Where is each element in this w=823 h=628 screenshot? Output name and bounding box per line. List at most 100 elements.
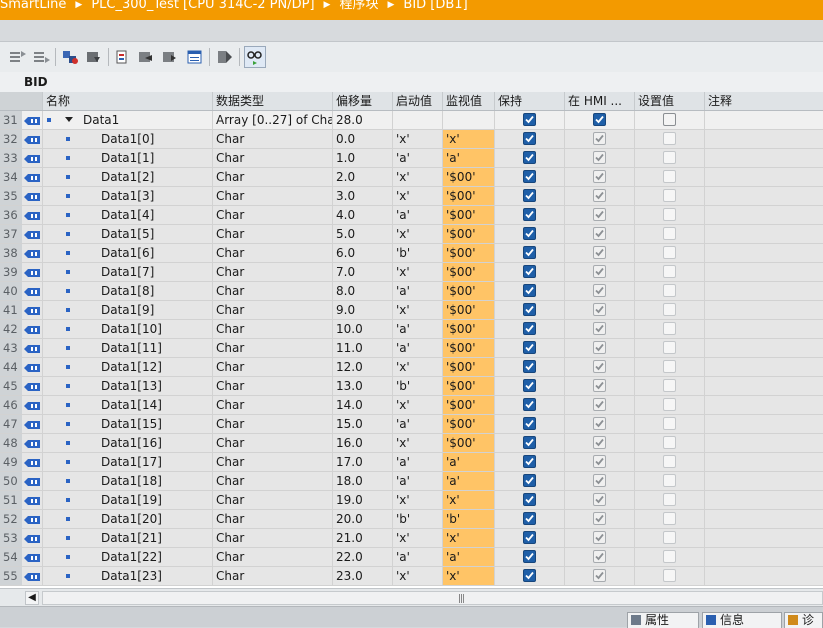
setpoint-cell[interactable]	[634, 168, 704, 186]
header-setpoint[interactable]: 设置值	[634, 92, 704, 110]
table-row[interactable]: 35 Data1[3] Char 3.0'x' '$00'	[0, 187, 823, 206]
checkbox[interactable]	[593, 379, 606, 392]
checkbox[interactable]	[663, 284, 676, 297]
checkbox[interactable]	[523, 398, 536, 411]
checkbox[interactable]	[593, 550, 606, 563]
datatype-cell[interactable]: Char	[212, 396, 332, 414]
comment-cell[interactable]	[704, 301, 823, 319]
checkbox[interactable]	[593, 512, 606, 525]
table-row[interactable]: 34 Data1[2] Char 2.0'x' '$00'	[0, 168, 823, 187]
retain-cell[interactable]	[494, 130, 564, 148]
checkbox[interactable]	[663, 170, 676, 183]
table-row[interactable]: 32 Data1[0] Char 0.0'x''x'	[0, 130, 823, 149]
checkbox[interactable]	[523, 436, 536, 449]
breadcrumb-item[interactable]: BID [DB1]	[403, 0, 467, 11]
checkbox[interactable]	[593, 417, 606, 430]
retain-cell[interactable]	[494, 510, 564, 528]
checkbox[interactable]	[663, 265, 676, 278]
hmi-cell[interactable]	[564, 415, 634, 433]
checkbox[interactable]	[523, 322, 536, 335]
comment-cell[interactable]	[704, 187, 823, 205]
checkbox[interactable]	[593, 113, 606, 126]
checkbox[interactable]	[593, 284, 606, 297]
setpoint-cell[interactable]	[634, 263, 704, 281]
checkbox[interactable]	[593, 170, 606, 183]
checkbox[interactable]	[663, 379, 676, 392]
setpoint-cell[interactable]	[634, 472, 704, 490]
comment-cell[interactable]	[704, 434, 823, 452]
retain-cell[interactable]	[494, 434, 564, 452]
name-cell[interactable]: Data1[0]	[42, 130, 212, 148]
datatype-cell[interactable]: Char	[212, 149, 332, 167]
name-cell[interactable]: Data1[23]	[42, 567, 212, 585]
table-row[interactable]: 33 Data1[1] Char 1.0'a''a'	[0, 149, 823, 168]
checkbox[interactable]	[663, 151, 676, 164]
header-hmi[interactable]: 在 HMI ...	[564, 92, 634, 110]
table-row[interactable]: 44 Data1[12] Char 12.0'x' '$00'	[0, 358, 823, 377]
datatype-cell[interactable]: Char	[212, 339, 332, 357]
table-row[interactable]: 50 Data1[18] Char 18.0'a''a'	[0, 472, 823, 491]
table-row[interactable]: 52 Data1[20] Char 20.0'b''b'	[0, 510, 823, 529]
start-value-cell[interactable]: 'x'	[392, 529, 442, 547]
name-cell[interactable]: Data1[12]	[42, 358, 212, 376]
start-value-cell[interactable]: 'a'	[392, 206, 442, 224]
start-value-cell[interactable]: 'x'	[392, 396, 442, 414]
retain-cell[interactable]	[494, 472, 564, 490]
datatype-cell[interactable]: Char	[212, 567, 332, 585]
hmi-cell[interactable]	[564, 111, 634, 129]
datatype-cell[interactable]: Char	[212, 320, 332, 338]
comment-cell[interactable]	[704, 472, 823, 490]
name-cell[interactable]: Data1[4]	[42, 206, 212, 224]
start-value-cell[interactable]: 'a'	[392, 472, 442, 490]
checkbox[interactable]	[593, 474, 606, 487]
interface-icon[interactable]	[185, 47, 205, 67]
checkbox[interactable]	[523, 227, 536, 240]
table-row[interactable]: 43 Data1[11] Char 11.0'a' '$00'	[0, 339, 823, 358]
header-monitor-value[interactable]: 监视值	[442, 92, 494, 110]
table-row[interactable]: 49 Data1[17] Char 17.0'a''a'	[0, 453, 823, 472]
checkbox[interactable]	[593, 303, 606, 316]
setpoint-cell[interactable]	[634, 396, 704, 414]
setpoint-cell[interactable]	[634, 130, 704, 148]
start-value-cell[interactable]: 'x'	[392, 130, 442, 148]
name-cell[interactable]: Data1[17]	[42, 453, 212, 471]
checkbox[interactable]	[523, 455, 536, 468]
table-row[interactable]: 51 Data1[19] Char 19.0'x''x'	[0, 491, 823, 510]
comment-cell[interactable]	[704, 282, 823, 300]
name-cell[interactable]: Data1[10]	[42, 320, 212, 338]
table-row[interactable]: 38 Data1[6] Char 6.0'b' '$00'	[0, 244, 823, 263]
name-cell[interactable]: Data1[16]	[42, 434, 212, 452]
setpoint-cell[interactable]	[634, 567, 704, 585]
start-value-cell[interactable]: 'a'	[392, 339, 442, 357]
checkbox[interactable]	[523, 208, 536, 221]
checkbox[interactable]	[663, 132, 676, 145]
start-value-cell[interactable]: 'b'	[392, 377, 442, 395]
download-icon[interactable]	[84, 47, 104, 67]
comment-cell[interactable]	[704, 168, 823, 186]
setpoint-cell[interactable]	[634, 225, 704, 243]
checkbox[interactable]	[663, 455, 676, 468]
checkbox[interactable]	[663, 569, 676, 582]
datatype-cell[interactable]: Char	[212, 472, 332, 490]
comment-cell[interactable]	[704, 358, 823, 376]
checkbox[interactable]	[523, 379, 536, 392]
checkbox[interactable]	[593, 151, 606, 164]
scrollbar-thumb[interactable]	[42, 591, 823, 605]
collapse-arrow-icon[interactable]	[65, 117, 73, 122]
start-value-cell[interactable]: 'x'	[392, 434, 442, 452]
hmi-cell[interactable]	[564, 472, 634, 490]
name-cell[interactable]: Data1[20]	[42, 510, 212, 528]
checkbox[interactable]	[523, 303, 536, 316]
checkbox[interactable]	[593, 208, 606, 221]
start-value-cell[interactable]: 'x'	[392, 301, 442, 319]
name-cell[interactable]: Data1	[42, 111, 212, 129]
setpoint-cell[interactable]	[634, 339, 704, 357]
setpoint-cell[interactable]	[634, 529, 704, 547]
hmi-cell[interactable]	[564, 225, 634, 243]
hmi-cell[interactable]	[564, 244, 634, 262]
name-cell[interactable]: Data1[7]	[42, 263, 212, 281]
checkbox[interactable]	[593, 132, 606, 145]
start-value-cell[interactable]: 'b'	[392, 510, 442, 528]
table-row[interactable]: 39 Data1[7] Char 7.0'x' '$00'	[0, 263, 823, 282]
hmi-cell[interactable]	[564, 339, 634, 357]
